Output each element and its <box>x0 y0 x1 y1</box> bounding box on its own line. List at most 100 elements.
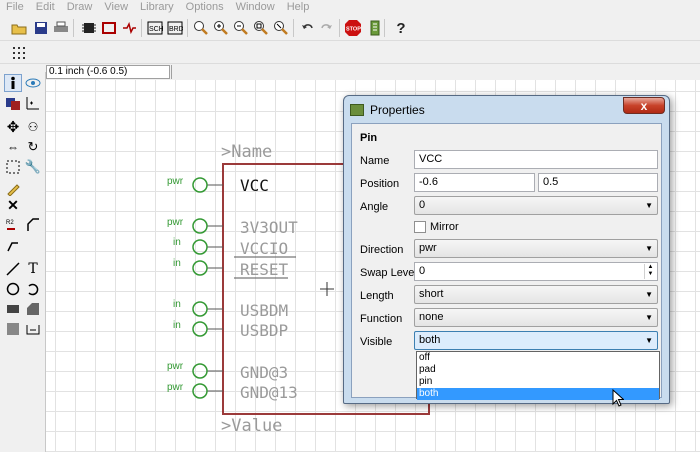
pin-name-usbdm[interactable]: USBDM <box>240 301 288 320</box>
position-y-field[interactable]: 0.5 <box>538 173 658 192</box>
swap-level-value: 0 <box>419 265 426 277</box>
pin-name-vcc[interactable]: VCC <box>240 176 269 195</box>
zoom-fit-icon[interactable] <box>252 19 270 37</box>
section-title: Pin <box>360 132 378 144</box>
dropdown-option-off[interactable]: off <box>417 352 659 364</box>
pin-name-reset[interactable]: RESET <box>240 260 288 279</box>
menu-edit[interactable]: Edit <box>30 0 61 14</box>
pcb-icon[interactable]: SCH <box>146 19 164 37</box>
wire-icon[interactable] <box>4 260 22 278</box>
component-icon[interactable] <box>100 19 118 37</box>
length-select[interactable]: short ▼ <box>414 285 658 304</box>
attribute-icon[interactable] <box>4 320 22 338</box>
position-x-field[interactable]: -0.6 <box>414 173 535 192</box>
menu-bar: File Edit Draw View Library Options Wind… <box>0 0 700 14</box>
angle-value: 0 <box>419 199 426 211</box>
help-icon[interactable]: ? <box>392 19 410 37</box>
close-button[interactable]: x <box>623 97 665 114</box>
angle-select[interactable]: 0 ▼ <box>414 196 658 215</box>
pin-name-gnd3[interactable]: GND@3 <box>240 363 288 382</box>
zoom-in-icon[interactable] <box>212 19 230 37</box>
miter-icon[interactable] <box>24 216 42 234</box>
undo-icon[interactable] <box>298 19 316 37</box>
save-icon[interactable] <box>32 19 50 37</box>
polygon-icon[interactable] <box>24 300 42 318</box>
pin-dir-label: in <box>173 237 181 248</box>
command-line[interactable] <box>171 65 181 79</box>
menu-window[interactable]: Window <box>230 0 281 14</box>
direction-select[interactable]: pwr ▼ <box>414 239 658 258</box>
menu-file[interactable]: File <box>0 0 30 14</box>
pin-dir-label: pwr <box>167 217 184 228</box>
svg-text:R2: R2 <box>6 220 14 226</box>
function-label: Function <box>360 313 403 325</box>
group-icon[interactable] <box>4 158 22 176</box>
schematic-icon[interactable] <box>120 19 138 37</box>
pin-name-usbdp[interactable]: USBDP <box>240 321 288 340</box>
svg-text:STOP: STOP <box>346 27 361 33</box>
mirror-checkbox[interactable] <box>414 221 426 233</box>
split-icon[interactable] <box>4 236 22 254</box>
zoom-icon[interactable] <box>192 19 210 37</box>
dialog-title-bar[interactable]: Properties <box>350 101 425 119</box>
copy-icon[interactable]: ⚇ <box>24 118 42 136</box>
board-icon[interactable]: BRD <box>166 19 184 37</box>
name-field-label: Name <box>360 155 390 167</box>
pin-dir-label: in <box>173 320 181 331</box>
direction-value: pwr <box>419 242 437 254</box>
menu-options[interactable]: Options <box>180 0 230 14</box>
open-icon[interactable] <box>10 19 28 37</box>
tool-palette: ✥ ⚇ ⇔ ↻ 🔧 ✕ R2 T <box>0 72 46 452</box>
mark-icon[interactable] <box>24 94 42 112</box>
coordinate-readout: 0.1 inch (-0.6 0.5) <box>46 65 170 79</box>
menu-library[interactable]: Library <box>134 0 180 14</box>
menu-help[interactable]: Help <box>281 0 316 14</box>
chevron-down-icon: ▼ <box>645 313 653 322</box>
chevron-down-icon: ▼ <box>645 336 653 345</box>
arc-icon[interactable] <box>24 280 42 298</box>
chip-icon[interactable] <box>80 19 98 37</box>
mouse-cursor-icon <box>612 389 624 407</box>
position-label: Position <box>360 178 400 190</box>
svg-text:BRD: BRD <box>169 26 183 33</box>
pin-icon[interactable]: R2 <box>4 216 22 234</box>
zoom-select-icon[interactable] <box>272 19 290 37</box>
swap-level-field[interactable]: 0 ▲ ▼ <box>414 262 658 281</box>
name-field[interactable]: VCC <box>414 150 658 169</box>
direction-label: Direction <box>360 244 404 256</box>
zoom-out-icon[interactable] <box>232 19 250 37</box>
dropdown-option-pin[interactable]: pin <box>417 376 659 388</box>
show-icon[interactable] <box>24 74 42 92</box>
chevron-down-icon: ▼ <box>645 244 653 253</box>
info-icon[interactable] <box>4 74 22 92</box>
frame-icon[interactable] <box>24 320 42 338</box>
rectangle-icon[interactable] <box>4 300 22 318</box>
spin-arrows-icon[interactable]: ▲ ▼ <box>644 264 656 279</box>
stop-icon[interactable]: STOP <box>344 19 362 37</box>
mirror-icon[interactable]: ⇔ <box>4 138 22 156</box>
menu-view[interactable]: View <box>98 0 134 14</box>
change-icon[interactable]: 🔧 <box>24 158 42 176</box>
pin-name-gnd13[interactable]: GND@13 <box>240 383 298 402</box>
script-icon[interactable] <box>366 19 384 37</box>
redo-icon[interactable] <box>318 19 336 37</box>
mirror-label: Mirror <box>430 221 459 233</box>
menu-draw[interactable]: Draw <box>61 0 99 14</box>
length-label: Length <box>360 290 394 302</box>
delete-icon[interactable]: ✕ <box>4 196 22 214</box>
circle-icon[interactable] <box>4 280 22 298</box>
main-toolbar: SCH BRD STOP ? <box>0 15 700 41</box>
dropdown-option-pad[interactable]: pad <box>417 364 659 376</box>
function-value: none <box>419 311 444 323</box>
text-icon[interactable]: T <box>24 260 42 278</box>
visible-select[interactable]: both ▼ <box>414 331 658 350</box>
function-select[interactable]: none ▼ <box>414 308 658 327</box>
swap-level-label: Swap Level <box>360 267 417 279</box>
grid-icon[interactable] <box>10 44 28 62</box>
rotate-icon[interactable]: ↻ <box>24 138 42 156</box>
display-layers-icon[interactable] <box>4 94 22 112</box>
pin-name-3v3out[interactable]: 3V3OUT <box>240 218 298 237</box>
move-icon[interactable]: ✥ <box>4 118 22 136</box>
pin-name-vccio[interactable]: VCCIO <box>240 239 288 258</box>
print-icon[interactable] <box>52 19 70 37</box>
